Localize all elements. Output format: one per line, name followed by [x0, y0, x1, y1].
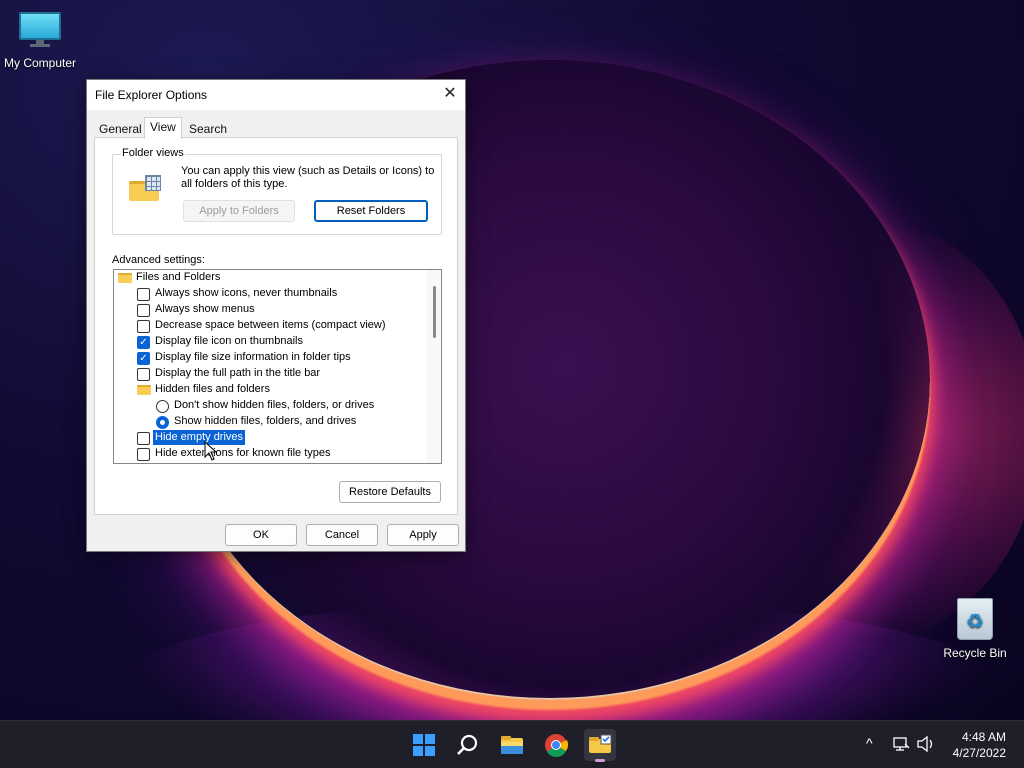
- tree-label: Hide extensions for known file types: [155, 447, 331, 459]
- tree-label: Hidden files and folders: [155, 383, 270, 395]
- apply-button[interactable]: Apply: [387, 524, 459, 546]
- tree-label: Always show menus: [155, 303, 255, 315]
- apply-to-folders-button[interactable]: Apply to Folders: [183, 200, 295, 222]
- tab-search[interactable]: Search: [184, 120, 232, 138]
- folder-views-icon: [129, 175, 161, 201]
- tab-view[interactable]: View: [144, 117, 182, 139]
- desktop-icon-label: Recycle Bin: [943, 646, 1007, 660]
- taskbar-clock[interactable]: 4:48 AM 4/27/2022: [953, 729, 1006, 761]
- reset-folders-button[interactable]: Reset Folders: [314, 200, 428, 222]
- setting-dont-show-hidden[interactable]: Don't show hidden files, folders, or dri…: [114, 398, 427, 414]
- setting-always-show-icons[interactable]: Always show icons, never thumbnails: [114, 286, 427, 302]
- chrome-icon[interactable]: [540, 729, 572, 761]
- checkbox[interactable]: [137, 368, 150, 381]
- mouse-cursor-icon: [204, 440, 218, 461]
- tree-folder-hidden-files[interactable]: Hidden files and folders: [114, 382, 427, 398]
- scrollbar-thumb[interactable]: [433, 286, 436, 338]
- tree-folder-files-and-folders[interactable]: Files and Folders: [114, 270, 427, 286]
- desktop-icon-recycle-bin[interactable]: ♻ Recycle Bin: [935, 598, 1015, 660]
- tree-label: Files and Folders: [136, 271, 221, 283]
- active-indicator: [595, 759, 605, 762]
- dialog-title: File Explorer Options: [95, 88, 208, 102]
- checkbox[interactable]: [137, 304, 150, 317]
- desktop-icon-label: My Computer: [3, 56, 77, 70]
- checkbox-checked[interactable]: ✓: [137, 336, 150, 349]
- search-icon[interactable]: [452, 729, 484, 761]
- network-icon[interactable]: [892, 735, 910, 756]
- taskbar: ^ 4:48 AM 4/27/2022: [0, 720, 1024, 768]
- restore-defaults-button[interactable]: Restore Defaults: [339, 481, 441, 503]
- setting-file-icon-thumbnails[interactable]: ✓ Display file icon on thumbnails: [114, 334, 427, 350]
- chevron-up-icon[interactable]: ^: [866, 735, 873, 751]
- explorer-options-icon[interactable]: [584, 729, 616, 762]
- setting-compact-view[interactable]: Decrease space between items (compact vi…: [114, 318, 427, 334]
- folder-views-group: Folder views You can apply this view (su…: [112, 147, 442, 235]
- file-explorer-icon[interactable]: [496, 729, 528, 761]
- tree-label: Display file size information in folder …: [155, 351, 351, 363]
- checkbox[interactable]: [137, 432, 150, 445]
- advanced-settings-tree[interactable]: Files and Folders Always show icons, nev…: [113, 269, 442, 464]
- radio-button[interactable]: [156, 400, 169, 413]
- tree-label: Display file icon on thumbnails: [155, 335, 303, 347]
- tab-general[interactable]: General: [94, 120, 147, 138]
- tree-label: Hide empty drives: [153, 430, 246, 445]
- tree-label: Display the full path in the title bar: [155, 367, 321, 379]
- cancel-button[interactable]: Cancel: [306, 524, 378, 546]
- tree-label: Don't show hidden files, folders, or dri…: [174, 399, 375, 411]
- clock-date: 4/27/2022: [952, 746, 1006, 760]
- setting-hide-extensions[interactable]: Hide extensions for known file types: [114, 446, 427, 462]
- recycle-bin-icon: ♻: [957, 598, 993, 640]
- view-tab-panel: Folder views You can apply this view (su…: [94, 137, 458, 515]
- setting-full-path-title-bar[interactable]: Display the full path in the title bar: [114, 366, 427, 382]
- setting-show-hidden[interactable]: Show hidden files, folders, and drives: [114, 414, 427, 430]
- desktop-icon-my-computer[interactable]: My Computer: [0, 12, 80, 70]
- folder-views-description: You can apply this view (such as Details…: [181, 165, 435, 190]
- tree-label: Show hidden files, folders, and drives: [174, 415, 357, 427]
- computer-icon: [19, 12, 61, 47]
- setting-hide-empty-drives[interactable]: Hide empty drives: [114, 430, 427, 446]
- tree-label: Decrease space between items (compact vi…: [155, 319, 386, 331]
- checkbox[interactable]: [137, 448, 150, 461]
- tree-label: Always show icons, never thumbnails: [155, 287, 338, 299]
- advanced-settings-label: Advanced settings:: [112, 254, 205, 266]
- folder-icon: [137, 385, 151, 395]
- file-explorer-options-dialog: File Explorer Options ✕ General View Sea…: [86, 79, 466, 552]
- ok-button[interactable]: OK: [225, 524, 297, 546]
- setting-always-show-menus[interactable]: Always show menus: [114, 302, 427, 318]
- folder-views-legend: Folder views: [121, 147, 185, 159]
- start-icon[interactable]: [408, 729, 440, 761]
- checkbox[interactable]: [137, 320, 150, 333]
- checkbox[interactable]: [137, 288, 150, 301]
- close-icon[interactable]: ✕: [435, 80, 465, 110]
- setting-file-size-folder-tips[interactable]: ✓ Display file size information in folde…: [114, 350, 427, 366]
- clock-time: 4:48 AM: [961, 730, 1006, 744]
- dialog-titlebar[interactable]: File Explorer Options ✕: [87, 80, 465, 110]
- checkbox-checked[interactable]: ✓: [137, 352, 150, 365]
- volume-icon[interactable]: [916, 735, 936, 756]
- tree-scrollbar[interactable]: [427, 270, 441, 463]
- radio-button-selected[interactable]: [156, 416, 169, 429]
- folder-icon: [118, 273, 132, 283]
